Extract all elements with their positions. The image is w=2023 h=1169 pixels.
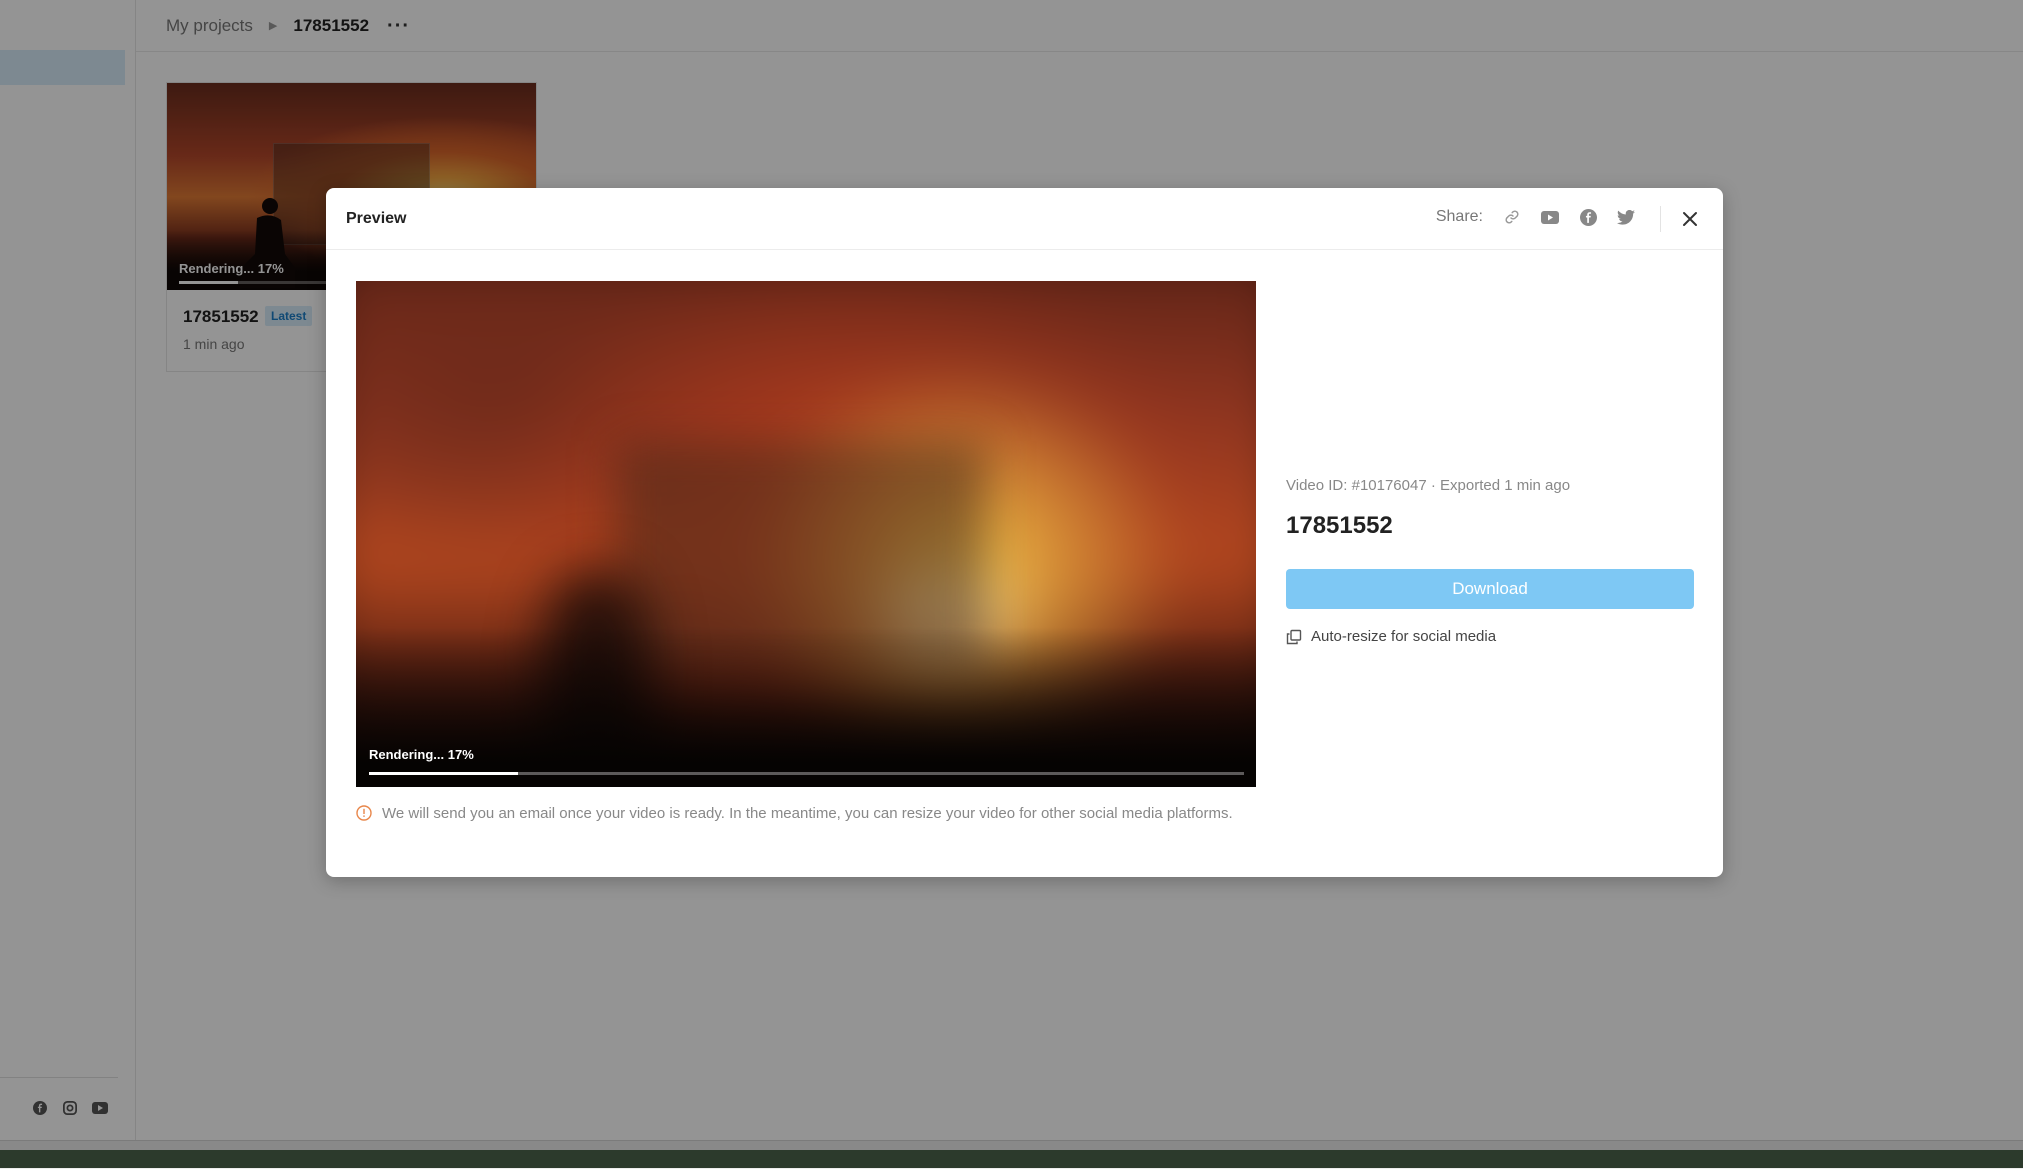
video-title: 17851552 xyxy=(1286,512,1393,539)
os-taskbar xyxy=(0,1150,2023,1168)
video-preview[interactable]: Rendering... 17% xyxy=(356,281,1256,787)
twitter-icon[interactable] xyxy=(1615,206,1637,228)
close-icon[interactable] xyxy=(1679,208,1701,230)
info-icon xyxy=(356,805,372,821)
rendering-progress-fill xyxy=(369,772,518,775)
facebook-icon[interactable] xyxy=(1577,206,1599,228)
info-message: We will send you an email once your vide… xyxy=(356,803,1256,825)
share-label: Share: xyxy=(1435,208,1483,225)
video-meta: Video ID: #10176047 · Exported 1 min ago xyxy=(1286,477,1571,494)
preview-modal: Preview Share: Rendering... 17% We will … xyxy=(326,188,1723,877)
link-icon[interactable] xyxy=(1501,206,1523,228)
auto-resize-link[interactable]: Auto-resize for social media xyxy=(1286,628,1496,645)
rendering-progress-bar xyxy=(369,772,1244,775)
download-button[interactable]: Download xyxy=(1286,569,1694,609)
share-group: Share: xyxy=(1436,206,1637,228)
youtube-icon[interactable] xyxy=(1539,206,1561,228)
copy-resize-icon xyxy=(1286,629,1302,644)
modal-header: Preview Share: xyxy=(326,188,1723,250)
modal-title: Preview xyxy=(346,210,407,227)
auto-resize-label: Auto-resize for social media xyxy=(1311,628,1497,645)
info-text: We will send you an email once your vide… xyxy=(382,805,1233,822)
rendering-status: Rendering... 17% xyxy=(369,747,474,762)
